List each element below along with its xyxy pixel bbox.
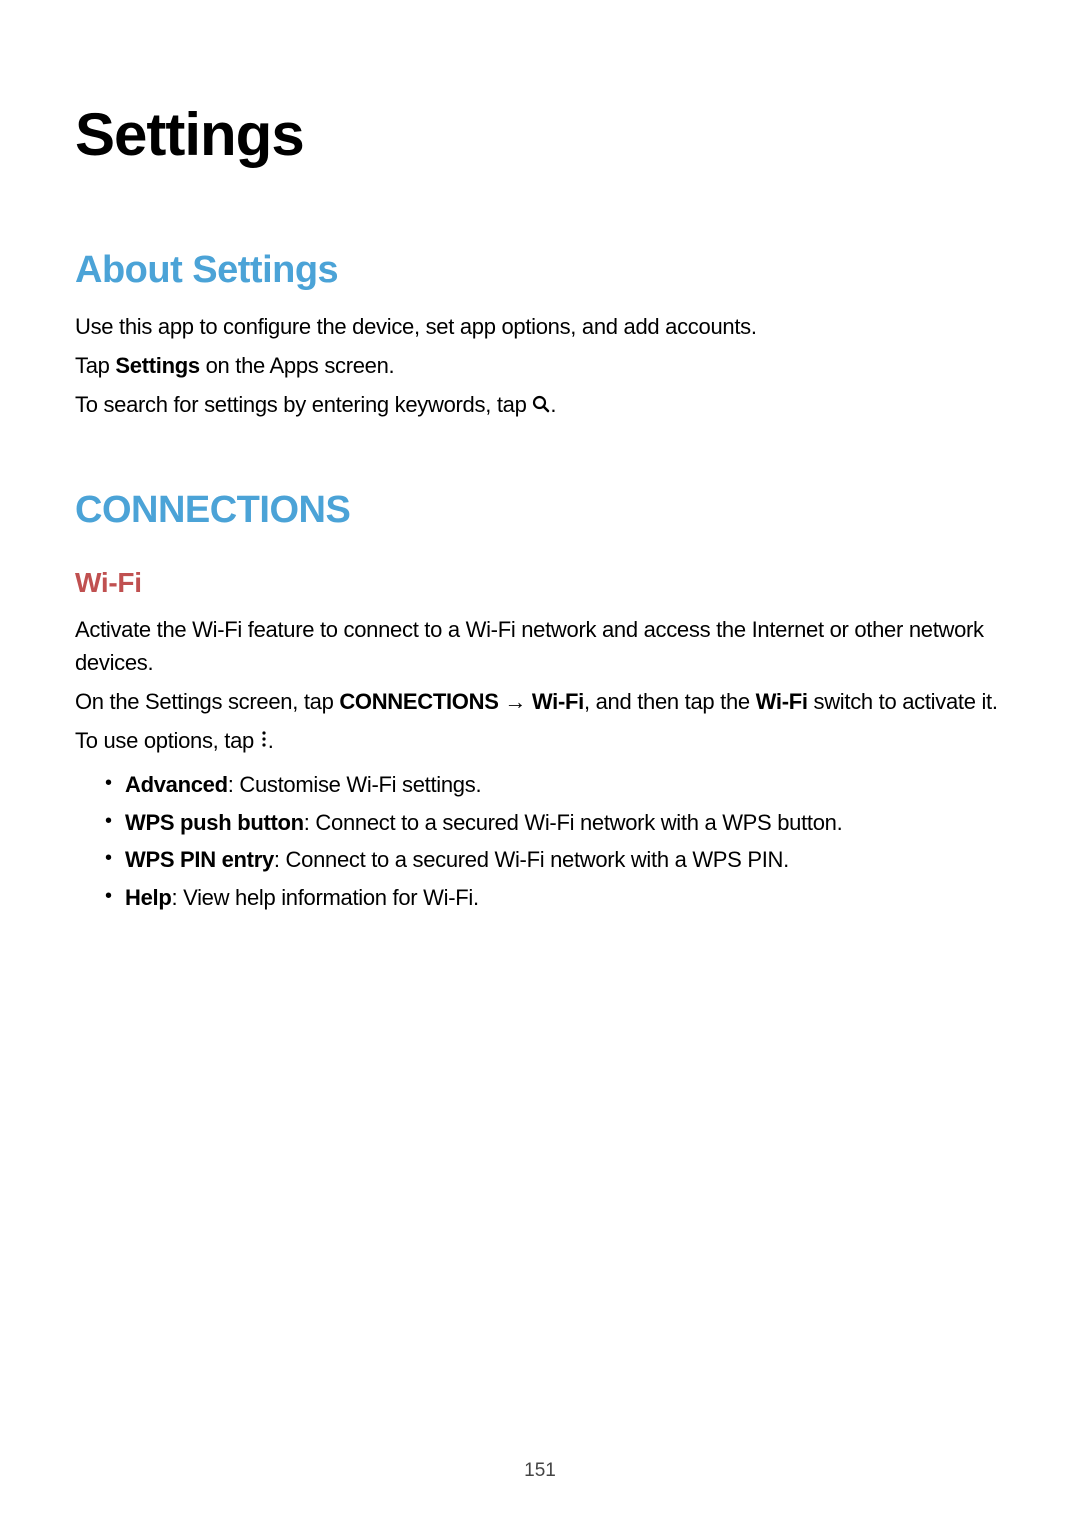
wifi-para-3-suffix: . (268, 728, 274, 753)
list-item: WPS PIN entry: Connect to a secured Wi-F… (105, 841, 1005, 878)
bullet-rest: : View help information for Wi-Fi. (171, 885, 478, 910)
bullet-rest: : Connect to a secured Wi-Fi network wit… (304, 810, 843, 835)
wifi-para-2: On the Settings screen, tap CONNECTIONS … (75, 685, 1005, 718)
more-options-icon (260, 724, 268, 757)
document-page: Settings About Settings Use this app to … (0, 0, 1080, 916)
search-icon (532, 389, 550, 422)
sub-heading-wifi: Wi-Fi (75, 567, 1005, 599)
bullet-bold: WPS PIN entry (125, 847, 274, 872)
wifi-para-2-mid: , and then tap the (584, 689, 756, 714)
list-item: Help: View help information for Wi-Fi. (105, 879, 1005, 916)
bullet-bold: WPS push button (125, 810, 304, 835)
wifi-para-2-bold-1: CONNECTIONS (339, 689, 498, 714)
wifi-para-2-bold-2: Wi-Fi (532, 689, 584, 714)
wifi-para-2-suffix: switch to activate it. (808, 689, 998, 714)
wifi-para-3-prefix: To use options, tap (75, 728, 260, 753)
wifi-para-2-bold-3: Wi-Fi (756, 689, 808, 714)
section-heading-about: About Settings (75, 249, 1005, 292)
about-line-2-suffix: on the Apps screen. (200, 353, 395, 378)
bullet-bold: Advanced (125, 772, 228, 797)
about-line-3-suffix: . (550, 392, 556, 417)
spacer (75, 429, 1005, 489)
about-line-2: Tap Settings on the Apps screen. (75, 349, 1005, 382)
list-item: WPS push button: Connect to a secured Wi… (105, 804, 1005, 841)
about-line-2-prefix: Tap (75, 353, 115, 378)
wifi-para-1: Activate the Wi-Fi feature to connect to… (75, 613, 1005, 679)
bullet-rest: : Connect to a secured Wi-Fi network wit… (274, 847, 789, 872)
about-line-1: Use this app to configure the device, se… (75, 310, 1005, 343)
list-item: Advanced: Customise Wi-Fi settings. (105, 766, 1005, 803)
wifi-para-2-arrow: → (499, 689, 532, 714)
section-heading-connections: CONNECTIONS (75, 489, 1005, 532)
about-line-2-bold: Settings (115, 353, 199, 378)
wifi-para-3: To use options, tap . (75, 724, 1005, 759)
wifi-para-2-prefix: On the Settings screen, tap (75, 689, 339, 714)
about-line-3: To search for settings by entering keywo… (75, 388, 1005, 423)
page-title: Settings (75, 100, 1005, 169)
bullet-rest: : Customise Wi-Fi settings. (228, 772, 482, 797)
wifi-bullet-list: Advanced: Customise Wi-Fi settings. WPS … (75, 766, 1005, 916)
about-line-3-prefix: To search for settings by entering keywo… (75, 392, 532, 417)
page-number: 151 (0, 1460, 1080, 1482)
bullet-bold: Help (125, 885, 171, 910)
